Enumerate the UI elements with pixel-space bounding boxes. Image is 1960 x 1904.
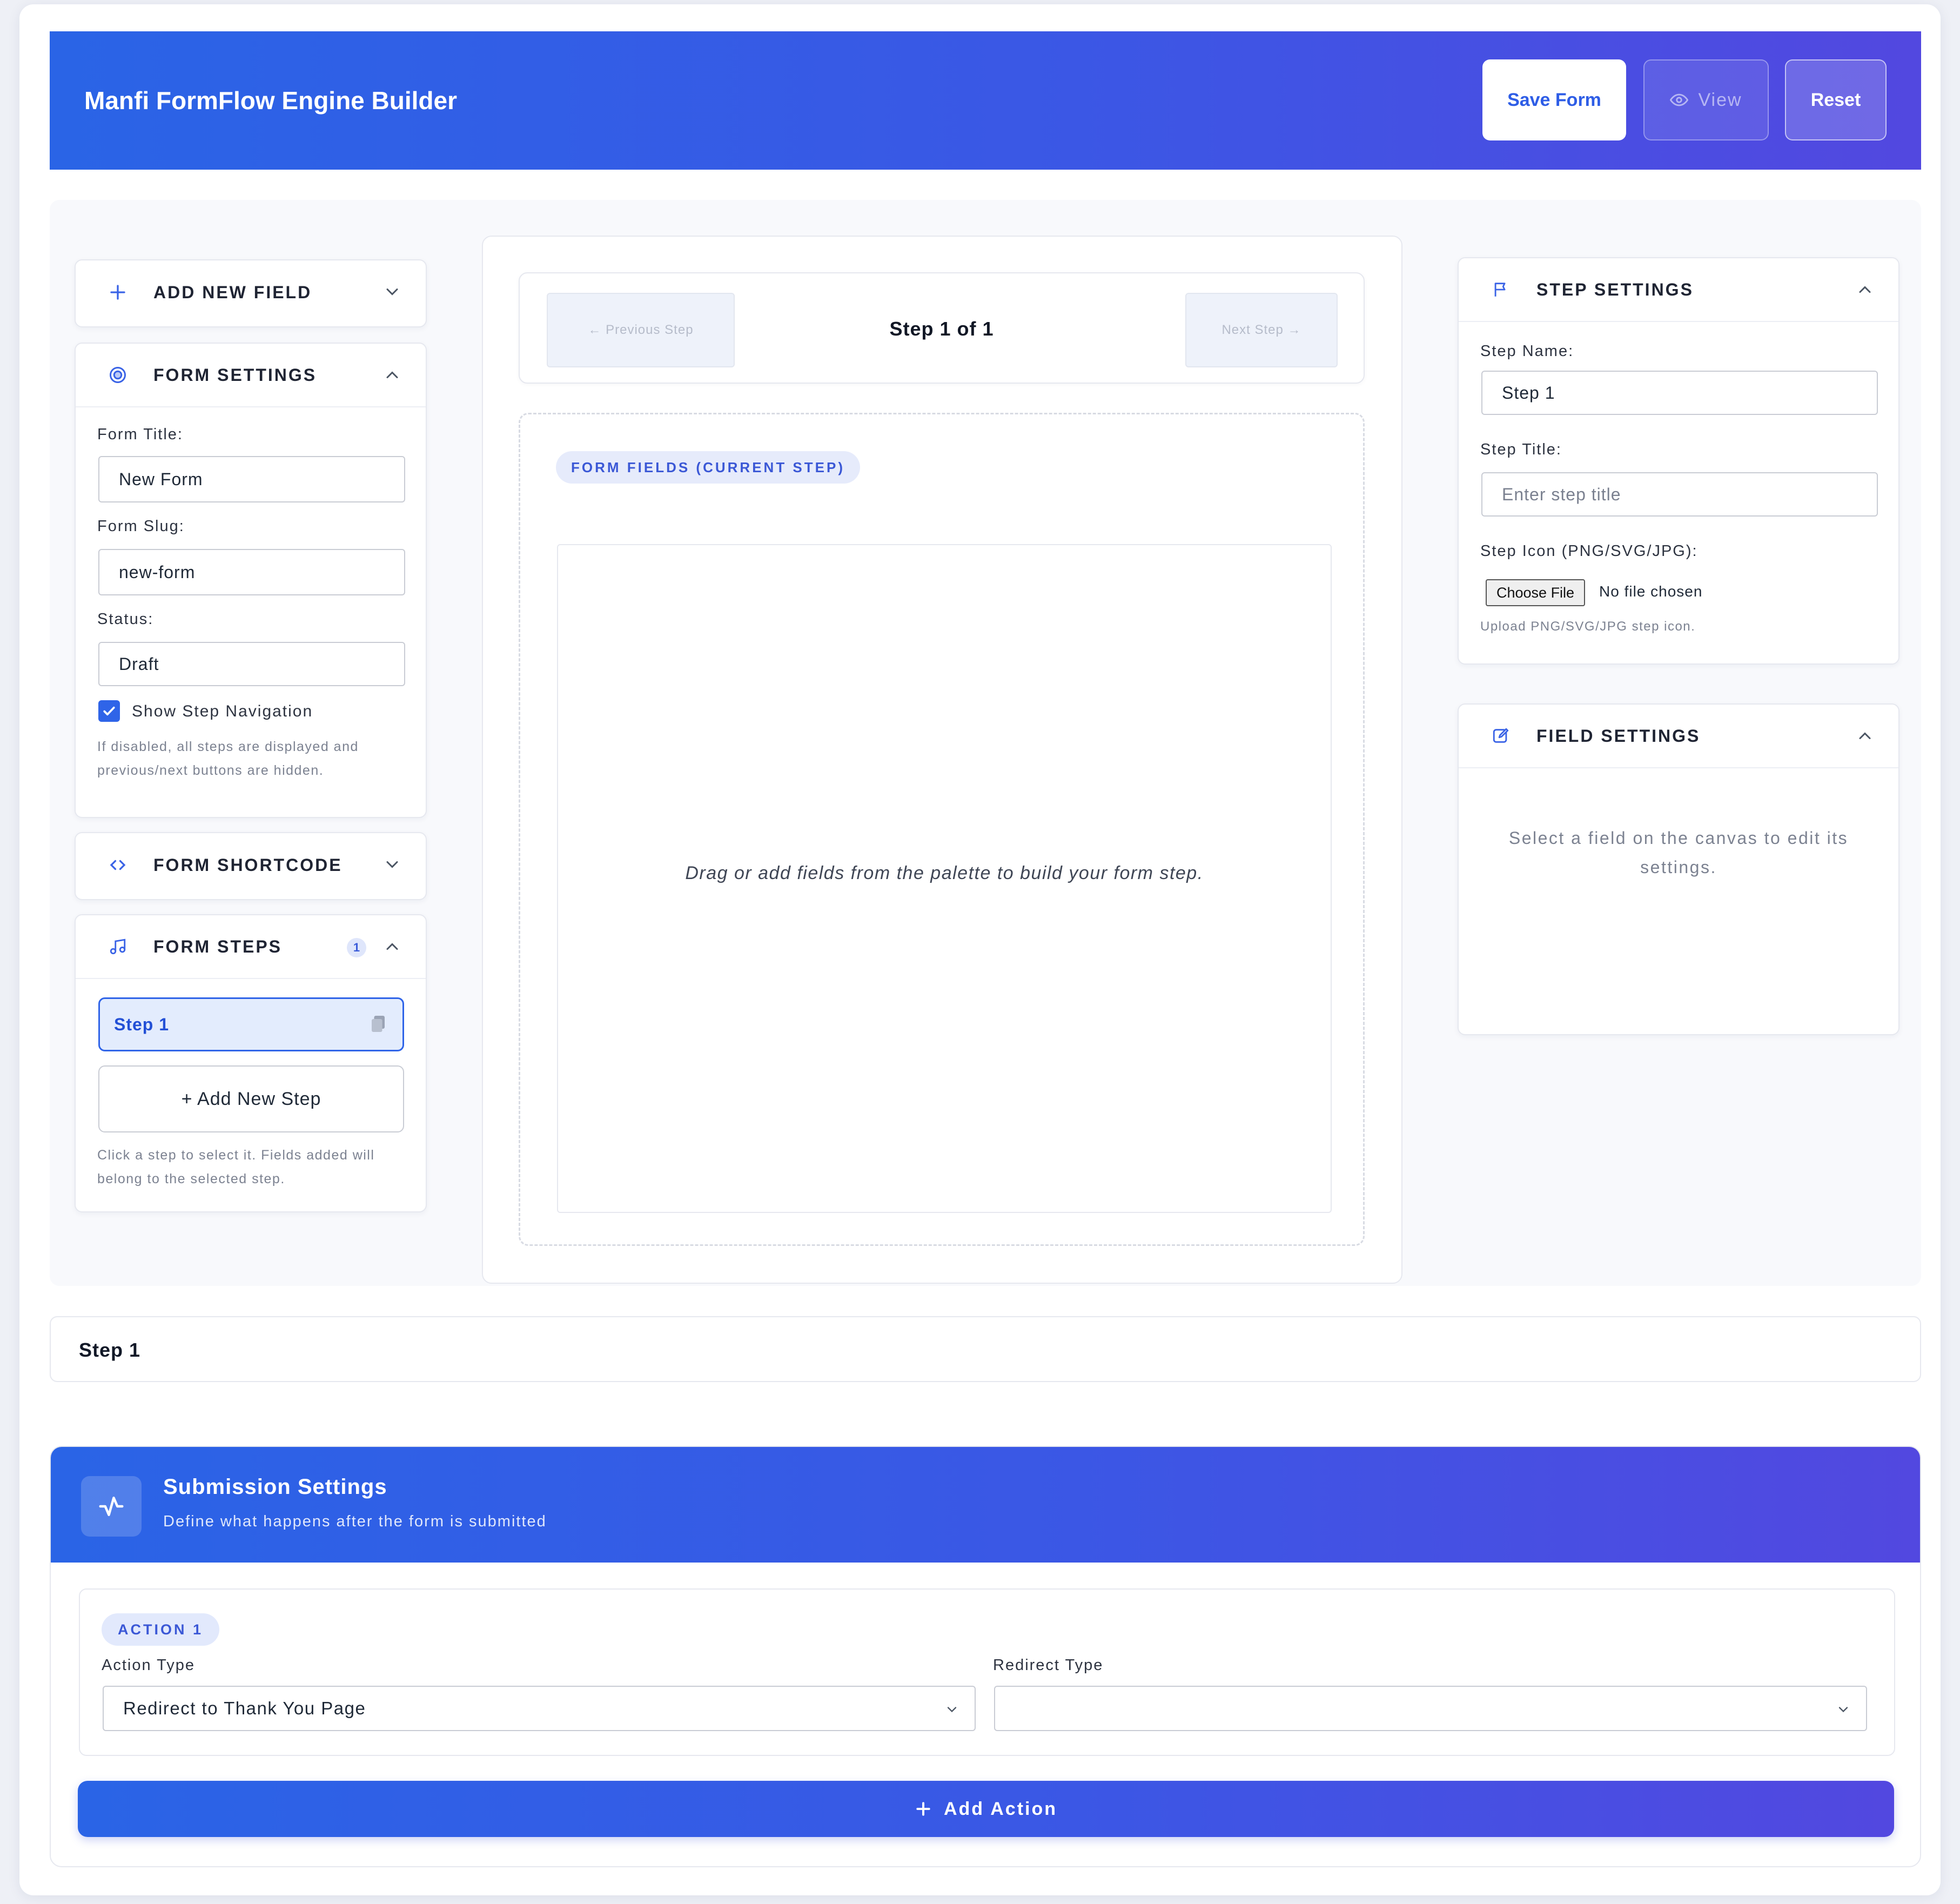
view-button[interactable]: View — [1643, 59, 1769, 140]
plus-icon — [916, 1802, 930, 1816]
form-settings-header[interactable]: FORM SETTINGS — [76, 344, 426, 407]
step-title-input[interactable]: Enter step title — [1481, 472, 1878, 517]
field-settings-header[interactable]: FIELD SETTINGS — [1459, 705, 1898, 768]
submission-settings-subtitle: Define what happens after the form is su… — [163, 1513, 547, 1530]
flag-icon — [1489, 278, 1513, 301]
reset-button[interactable]: Reset — [1785, 59, 1887, 140]
chevron-up-icon[interactable] — [1855, 726, 1875, 746]
redirect-type-select[interactable] — [994, 1686, 1867, 1731]
app-title: Manfi FormFlow Engine Builder — [84, 86, 457, 115]
field-drop-area[interactable]: Drag or add fields from the palette to b… — [557, 544, 1332, 1213]
eye-icon — [1670, 93, 1689, 106]
form-steps-title: FORM STEPS — [153, 936, 283, 956]
form-steps-header[interactable]: FORM STEPS 1 — [76, 915, 426, 979]
target-icon — [106, 363, 130, 387]
step-icon-help: Upload PNG/SVG/JPG step icon. — [1480, 619, 1696, 634]
action-type-value: Redirect to Thank You Page — [123, 1698, 366, 1718]
form-settings-panel: FORM SETTINGS Form Title: New Form Form … — [75, 343, 427, 818]
copy-icon[interactable] — [370, 1014, 386, 1034]
submission-settings-title: Submission Settings — [163, 1475, 387, 1499]
show-step-navigation-label: Show Step Navigation — [132, 702, 313, 720]
music-note-icon — [106, 935, 130, 958]
action-badge: ACTION 1 — [102, 1613, 220, 1646]
form-slug-label: Form Slug: — [97, 518, 185, 535]
form-title-input[interactable]: New Form — [98, 456, 405, 502]
chevron-down-icon — [1838, 1707, 1848, 1713]
steps-help: Click a step to select it. Fields added … — [97, 1148, 375, 1186]
chevron-up-icon[interactable] — [1855, 280, 1875, 299]
activity-icon — [81, 1476, 142, 1537]
steps-count-badge: 1 — [347, 938, 366, 957]
form-steps-panel: FORM STEPS 1 Step 1 + Add New Step Click… — [75, 914, 427, 1212]
action-type-label: Action Type — [102, 1657, 196, 1674]
status-label: Status: — [97, 611, 154, 628]
chevron-up-icon[interactable] — [382, 937, 402, 956]
view-label: View — [1698, 89, 1742, 110]
step-navigation-help: If disabled, all steps are displayed and… — [97, 739, 359, 778]
action-type-select[interactable]: Redirect to Thank You Page — [103, 1686, 976, 1731]
step-settings-title: STEP SETTINGS — [1536, 279, 1694, 299]
current-step-label: Step 1 — [79, 1339, 141, 1361]
form-title-label: Form Title: — [97, 426, 183, 443]
choose-file-button[interactable]: Choose File — [1486, 579, 1586, 606]
step-icon-label: Step Icon (PNG/SVG/JPG): — [1480, 542, 1698, 560]
add-action-label: Add Action — [943, 1798, 1058, 1819]
form-slug-input[interactable]: new-form — [98, 549, 405, 595]
field-settings-title: FIELD SETTINGS — [1536, 726, 1701, 746]
empty-canvas-message: Drag or add fields from the palette to b… — [685, 863, 1204, 883]
chevron-down-icon[interactable] — [382, 855, 402, 874]
chevron-up-icon[interactable] — [382, 365, 402, 385]
step-title-label: Step Title: — [1480, 441, 1562, 458]
step-navigation: ← Previous Step Step 1 of 1 Next Step → — [519, 272, 1365, 384]
show-step-navigation-checkbox[interactable] — [98, 700, 120, 722]
submission-settings-card: Submission Settings Define what happens … — [50, 1446, 1921, 1867]
current-step-bar: Step 1 — [50, 1316, 1921, 1382]
status-select[interactable]: Draft — [98, 642, 405, 686]
add-action-button[interactable]: Add Action — [78, 1781, 1894, 1837]
save-form-button[interactable]: Save Form — [1482, 59, 1626, 140]
field-settings-empty-message: Select a field on the canvas to edit its… — [1508, 828, 1849, 877]
form-settings-title: FORM SETTINGS — [153, 365, 317, 385]
step-name-label: Step Name: — [1480, 343, 1574, 360]
form-fields-dropzone[interactable]: FORM FIELDS (CURRENT STEP) Drag or add f… — [519, 413, 1365, 1246]
field-settings-panel: FIELD SETTINGS Select a field on the can… — [1458, 703, 1899, 1035]
code-icon — [106, 853, 130, 877]
app-header: Manfi FormFlow Engine Builder Save Form … — [50, 31, 1921, 170]
submission-settings-header: Submission Settings Define what happens … — [51, 1447, 1920, 1563]
no-file-chosen-text: No file chosen — [1599, 583, 1703, 600]
chevron-down-icon[interactable] — [382, 282, 402, 301]
add-new-field-title: ADD NEW FIELD — [153, 282, 312, 302]
step-settings-header[interactable]: STEP SETTINGS — [1459, 258, 1898, 322]
form-shortcode-panel[interactable]: FORM SHORTCODE — [75, 832, 427, 900]
add-new-step-button[interactable]: + Add New Step — [98, 1065, 404, 1132]
step-name-input[interactable]: Step 1 — [1481, 371, 1878, 415]
redirect-type-label: Redirect Type — [993, 1657, 1104, 1674]
step-list-item[interactable]: Step 1 — [98, 997, 404, 1051]
add-new-field-panel[interactable]: ADD NEW FIELD — [75, 259, 427, 327]
form-fields-pill: FORM FIELDS (CURRENT STEP) — [556, 451, 860, 484]
step-item-label: Step 1 — [114, 1014, 170, 1034]
next-step-button[interactable]: Next Step → — [1185, 293, 1338, 367]
plus-icon — [106, 280, 130, 304]
form-shortcode-title: FORM SHORTCODE — [153, 855, 343, 875]
chevron-down-icon — [947, 1707, 957, 1713]
action-card: ACTION 1 Action Type Redirect to Thank Y… — [79, 1588, 1895, 1756]
edit-icon — [1489, 724, 1513, 748]
step-settings-panel: STEP SETTINGS Step Name: Step 1 Step Tit… — [1458, 257, 1899, 665]
check-icon — [103, 706, 115, 716]
